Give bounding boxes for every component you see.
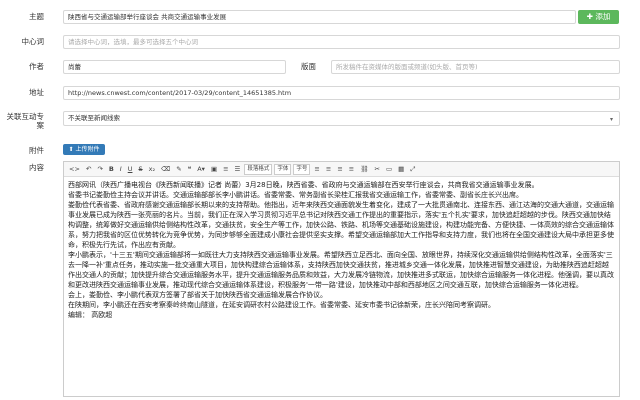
image-icon[interactable]: ▭ xyxy=(384,163,394,175)
add-button-label: 添加 xyxy=(595,12,611,21)
label-layout: 版面 xyxy=(301,62,316,71)
content-paragraph: 会上，娄勤俭、李小鹏代表双方签署了部省关于加快陕西省交通运输发展合作协议。 xyxy=(68,291,327,299)
font-color-icon[interactable]: A▾ xyxy=(195,163,207,175)
underline-icon[interactable]: U xyxy=(126,163,135,175)
fullscreen-icon[interactable]: ⤢ xyxy=(408,163,417,175)
highlight-icon[interactable]: ▣ xyxy=(209,163,219,175)
label-related: 关联互动专 案 xyxy=(6,112,45,130)
unlink-icon[interactable]: ✂ xyxy=(373,163,382,175)
bold-icon[interactable]: B xyxy=(107,163,116,175)
align-right-icon[interactable]: ≡ xyxy=(335,163,344,175)
bullet-list-icon[interactable]: ☰ xyxy=(233,163,243,175)
add-button[interactable]: ✚ 添加 xyxy=(578,10,619,24)
chevron-down-icon: ▾ xyxy=(609,116,613,123)
font-size-select[interactable]: 字号 xyxy=(293,163,311,175)
eraser-icon[interactable]: ⌫ xyxy=(159,163,172,175)
url-input[interactable]: http://news.cnwest.com/content/2017-03/2… xyxy=(63,86,620,100)
source-icon[interactable]: <> xyxy=(67,163,82,175)
italic-icon[interactable]: I xyxy=(118,163,124,175)
content-paragraph: 西部网讯（陕西广播电视台《陕西新闻联播》记者 尚蕾）3月28日晚，陕西省委、省政… xyxy=(68,181,539,189)
content-paragraph: 娄勤俭代表省委、省政府感谢交通运输部长期以来的支持帮助。他指出，近年来陕西交通面… xyxy=(68,201,614,249)
content-paragraph: 省委书记娄勤俭主持会议并讲话。交通运输部部长李小鹏讲话。省委常委、常务副省长梁桂… xyxy=(68,191,523,199)
keywords-input[interactable]: 请选择中心词，选填，最多可选择五个中心词 xyxy=(63,35,620,49)
quote-icon[interactable]: ❝ xyxy=(186,163,194,175)
brush-icon[interactable]: ✎ xyxy=(174,163,183,175)
label-content: 内容 xyxy=(29,163,44,172)
link-icon[interactable]: ⛓ xyxy=(358,163,370,175)
table-icon[interactable]: ▦ xyxy=(396,163,406,175)
align-left-icon[interactable]: ≡ xyxy=(312,163,321,175)
label-keywords: 中心词 xyxy=(21,37,45,46)
strike-icon[interactable]: S xyxy=(136,163,144,175)
label-author: 作者 xyxy=(29,62,44,71)
upload-button-label: 上传附件 xyxy=(75,146,100,153)
related-select[interactable]: 不关联至新闻线索 ▾ xyxy=(63,111,620,126)
redo-icon[interactable]: ↷ xyxy=(95,163,104,175)
label-attachment: 附件 xyxy=(29,146,44,155)
content-paragraph: 李小鹏表示，'十三五'期间交通运输部将一如既往大力支持陕西交通运输事业发展。希望… xyxy=(68,251,614,289)
label-title: 主题 xyxy=(29,12,44,21)
related-select-value: 不关联至新闻线索 xyxy=(68,114,120,122)
upload-button[interactable]: ⬆ 上传附件 xyxy=(63,144,105,155)
font-family-select[interactable]: 字体 xyxy=(274,163,292,175)
content-paragraph: 在陕期间，李小鹏还在西安考察秦岭终南山隧道，在延安调研农村公路建设工作。省委常委… xyxy=(68,301,495,309)
ordered-list-icon[interactable]: ≡ xyxy=(221,163,230,175)
layout-input[interactable]: 所发稿件在资媒体的版面或频道(如头版、首页等) xyxy=(331,60,620,74)
author-input[interactable]: 尚蕾 xyxy=(63,60,286,74)
title-input[interactable]: 陕西省与交通运输部举行座谈会 共商交通运输事业发展 xyxy=(63,10,576,24)
content-paragraph: 编辑： 高欧超 xyxy=(68,311,113,319)
undo-icon[interactable]: ↶ xyxy=(84,163,93,175)
paragraph-format-select[interactable]: 段落格式 xyxy=(244,163,273,175)
align-justify-icon[interactable]: ≡ xyxy=(347,163,356,175)
editor-toolbar: <> ↶ ↷ B I U S x₂ ⌫ ✎ ❝ A▾ ▣ ≡ ☰ 段落格式 字体… xyxy=(64,162,619,177)
rich-text-editor[interactable]: <> ↶ ↷ B I U S x₂ ⌫ ✎ ❝ A▾ ▣ ≡ ☰ 段落格式 字体… xyxy=(63,161,620,397)
label-url: 地址 xyxy=(29,88,44,97)
align-center-icon[interactable]: ≡ xyxy=(324,163,333,175)
subscript-icon[interactable]: x₂ xyxy=(147,163,157,175)
editor-content[interactable]: 西部网讯（陕西广播电视台《陕西新闻联播》记者 尚蕾）3月28日晚，陕西省委、省政… xyxy=(64,177,619,323)
